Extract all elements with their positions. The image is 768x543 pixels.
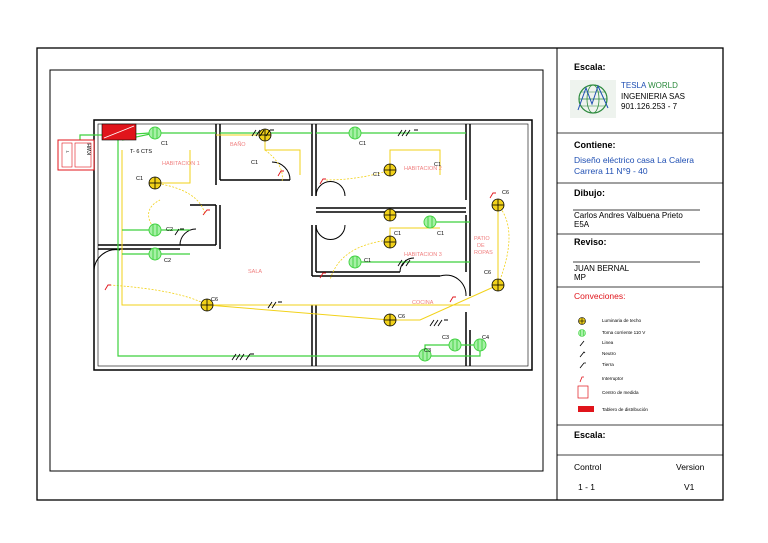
- reviso-sub: MP: [574, 273, 586, 282]
- circuit-label: C1: [251, 160, 258, 166]
- building-walls: [93, 119, 533, 371]
- ceiling-light-icon: [383, 208, 397, 222]
- legend-tierra: Tierra: [602, 362, 614, 367]
- outlet-icon: [423, 215, 437, 229]
- room-cocina: COCINA: [412, 300, 434, 306]
- circuit-label: C6: [398, 314, 405, 320]
- dibujo-sub: E5A: [574, 220, 590, 229]
- ceiling-lights: [148, 128, 505, 327]
- company-line2: INGENIERIA SAS: [621, 92, 686, 101]
- control-value: 1 - 1: [578, 482, 596, 492]
- outlet-icon: [148, 247, 162, 261]
- room-hab1: HABITACION 1: [162, 161, 200, 167]
- version-value: V1: [684, 482, 695, 492]
- ceiling-light-icon: [383, 235, 397, 249]
- circuit-label: C2: [164, 258, 171, 264]
- outlet-icon: [148, 126, 162, 140]
- ceiling-light-icon: [148, 176, 162, 190]
- contiene-line1: Diseño eléctrico casa La Calera: [574, 155, 695, 165]
- company-name-a: TESLA: [621, 81, 649, 90]
- room-labels: BAÑO HABITACION 1 HABITACION 2 HABITACIO…: [162, 141, 493, 306]
- ceiling-light-icon: [491, 278, 505, 292]
- room-hab3: HABITACION 3: [404, 252, 442, 258]
- legend-toma: Toma corriente 110 V: [602, 330, 646, 335]
- circuit-label: C3: [442, 335, 449, 341]
- circuit-label: C1: [364, 258, 371, 264]
- circuit-labels: C1 C1 C1 C1 C1 C1 C1 C1 C1 C2 C2 C3 C3 C4 C6 C6 C6 C6: [136, 141, 509, 354]
- legend-luminaria: Luminaria de techo: [602, 318, 642, 323]
- reviso-label: Reviso:: [574, 237, 607, 247]
- circuit-label: C6: [211, 297, 218, 303]
- dibujo-name: Carlos Andres Valbuena Prieto: [574, 211, 683, 220]
- outlet-icon: [148, 223, 162, 237]
- circuit-label: C1: [359, 141, 366, 147]
- escala-label: Escala:: [574, 62, 606, 72]
- contiene-line2: Carrera 11 N°9 - 40: [574, 166, 648, 176]
- circuit-label: C1: [373, 172, 380, 178]
- ceiling-light-icon: [383, 313, 397, 327]
- circuit-label: C1: [434, 162, 441, 168]
- company-name-b: WORLD: [648, 81, 678, 90]
- room-patio-2: DE: [477, 243, 485, 249]
- circuit-label: C1: [394, 231, 401, 237]
- room-patio-3: ROPAS: [474, 250, 493, 256]
- circuit-label: C2: [166, 227, 173, 233]
- ceiling-light-icon: [491, 198, 505, 212]
- version-label: Version: [676, 462, 705, 472]
- room-patio-1: PATIO: [474, 236, 490, 242]
- outlet-icon: [348, 255, 362, 269]
- contiene-label: Contiene:: [574, 140, 616, 150]
- legend-linea: Linea: [602, 340, 614, 345]
- circuit-label: C6: [484, 270, 491, 276]
- escala2-label: Escala:: [574, 430, 606, 440]
- circuit-label: C3: [424, 348, 431, 354]
- ceiling-light-icon: [383, 163, 397, 177]
- legend-centro-medida: Centro de medida: [602, 390, 639, 395]
- circuit-label: C1: [136, 176, 143, 182]
- company-logo-globe: [570, 80, 616, 118]
- legend-tablero: Tablero de distribución: [602, 407, 648, 412]
- reviso-name: JUAN BERNAL: [574, 264, 630, 273]
- outlet-icon: [448, 338, 462, 352]
- legend-neutro: Neutro: [602, 351, 616, 356]
- company-name: TESLA WORLD: [621, 81, 768, 90]
- circuit-label: C4: [482, 335, 489, 341]
- panel-label: T- 6 CTS: [130, 149, 152, 155]
- outlet-icon: [348, 126, 362, 140]
- room-sala: SALA: [248, 269, 262, 275]
- circuit-label: C1: [437, 231, 444, 237]
- meter-kwh-label: KWH: [87, 143, 93, 155]
- dibujo-label: Dibujo:: [574, 188, 605, 198]
- company-line3: 901.126.253 - 7: [621, 102, 678, 111]
- room-banio: BAÑO: [230, 141, 246, 148]
- circuit-label: C1: [161, 141, 168, 147]
- legend-list: Luminaria de techo Toma corriente 110 V …: [557, 300, 723, 420]
- legend-interruptor: Interruptor: [602, 376, 624, 381]
- circuit-label: C6: [502, 190, 509, 196]
